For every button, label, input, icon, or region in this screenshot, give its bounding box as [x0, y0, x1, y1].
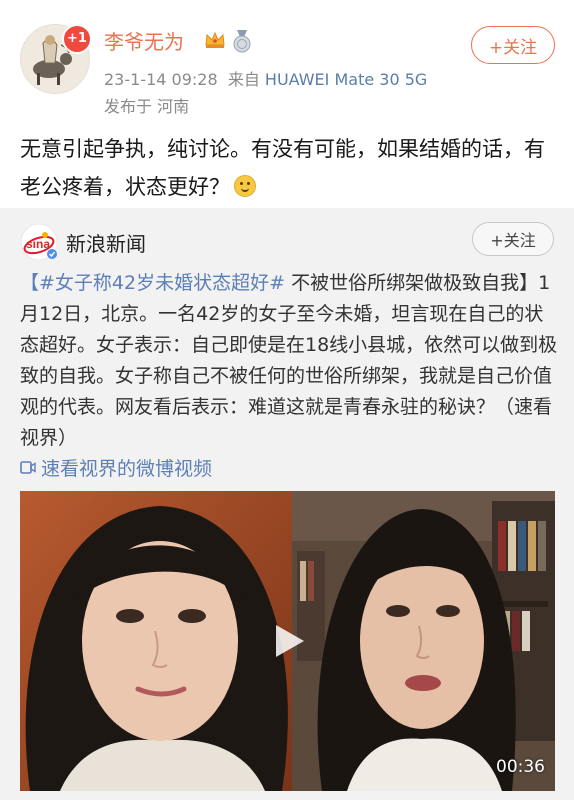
post-body-text: 无意引起争执，纯讨论。有没有可能，如果结婚的话，有老公疼着，状态更好？ [20, 137, 545, 199]
post-location: 发布于 河南 [104, 97, 190, 116]
repost-body: 【#女子称42岁未婚状态超好# 不被世俗所绑架做极致自我】1月12日，北京。一名… [20, 268, 560, 454]
video-link[interactable]: 速看视界的微博视频 [20, 454, 212, 481]
video-frame-right [292, 491, 555, 791]
post-device[interactable]: HUAWEI Mate 30 5G [265, 70, 427, 89]
svg-text:sina: sina [26, 237, 50, 251]
video-frame-left [20, 491, 292, 791]
medal-badge-icon[interactable] [231, 29, 253, 53]
follow-button[interactable]: +关注 [471, 26, 555, 64]
repost-source-name[interactable]: 新浪新闻 [66, 228, 146, 257]
repost-body-text: 不被世俗所绑架做极致自我】1月12日，北京。一名42岁的女子至今未婚，坦言现在自… [20, 272, 558, 449]
username[interactable]: 李爷无为 [104, 26, 184, 55]
post-date: 23-1-14 09:28 [104, 70, 218, 89]
video-duration: 00:36 [496, 757, 545, 777]
sina-logo-icon[interactable]: sina [20, 223, 58, 261]
crown-badge-icon[interactable] [204, 30, 226, 50]
post-meta: 23-1-14 09:28 来自 HUAWEI Mate 30 5G [104, 66, 427, 90]
video-icon [20, 461, 36, 474]
post-body: 无意引起争执，纯讨论。有没有可能，如果结婚的话，有老公疼着，状态更好？ [20, 130, 560, 206]
play-icon[interactable] [268, 621, 308, 661]
video-player[interactable]: 00:36 [20, 491, 555, 791]
video-link-label[interactable]: 速看视界的微博视频 [41, 454, 212, 481]
repost-hashtag[interactable]: 【#女子称42岁未婚状态超好# [20, 272, 285, 294]
smile-emoji-icon [234, 175, 256, 197]
avatar-notification-badge: +1 [62, 24, 92, 54]
post-source-prefix: 来自 [227, 70, 260, 89]
repost-card[interactable]: sina 新浪新闻 +关注 【#女子称42岁未婚状态超好# 不被世俗所绑架做极致… [0, 208, 574, 800]
repost-follow-button[interactable]: +关注 [472, 222, 554, 256]
